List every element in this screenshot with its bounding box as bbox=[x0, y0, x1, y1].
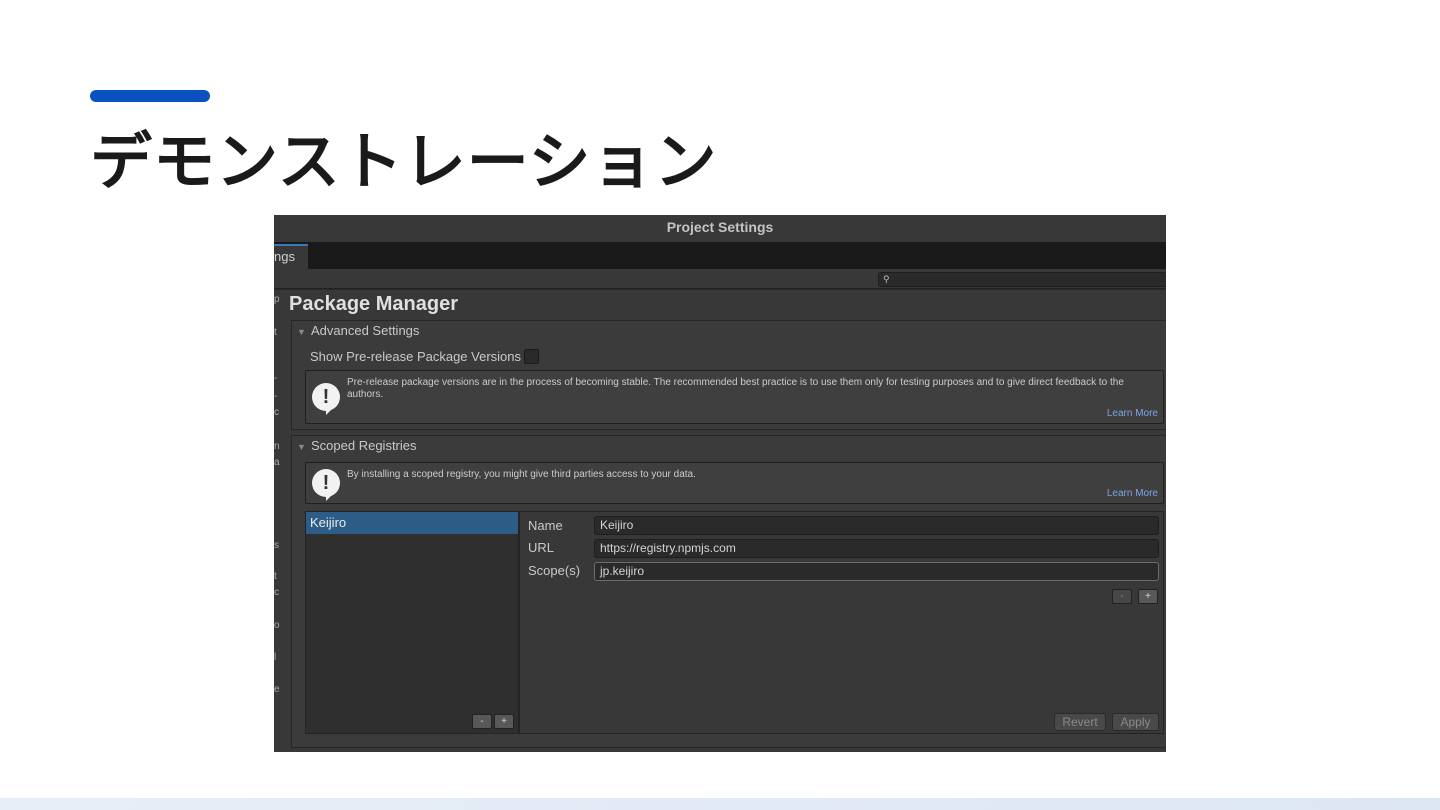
project-settings-window: Project Settings ngs ⚲ p t - - c n a s t… bbox=[274, 215, 1166, 752]
section-header: Scoped Registries bbox=[311, 438, 417, 453]
nav-item-fragment[interactable]: c bbox=[274, 587, 279, 598]
slide-accent-bar bbox=[90, 90, 210, 102]
scoped-registries-section: ▼ Scoped Registries ! By installing a sco… bbox=[291, 435, 1166, 748]
learn-more-link[interactable]: Learn More bbox=[1107, 488, 1158, 499]
search-input[interactable]: ⚲ bbox=[878, 272, 1166, 287]
nav-item-fragment[interactable]: e bbox=[274, 684, 280, 695]
nav-item-fragment[interactable]: o bbox=[274, 620, 280, 631]
url-field[interactable]: https://registry.npmjs.com bbox=[594, 539, 1159, 558]
url-label: URL bbox=[528, 540, 555, 555]
nav-item-fragment[interactable]: - bbox=[274, 391, 277, 402]
advanced-settings-foldout[interactable]: ▼ Advanced Settings bbox=[292, 321, 419, 341]
nav-item-fragment[interactable]: l bbox=[274, 652, 276, 663]
scoped-registries-foldout[interactable]: ▼ Scoped Registries bbox=[292, 436, 417, 456]
window-title: Project Settings bbox=[274, 215, 1166, 242]
nav-item-fragment[interactable]: n bbox=[274, 441, 280, 452]
nav-item-fragment[interactable]: s bbox=[274, 540, 279, 551]
scope-field[interactable]: jp.keijiro bbox=[594, 562, 1159, 581]
tab-project-settings[interactable]: ngs bbox=[274, 244, 308, 269]
search-icon: ⚲ bbox=[883, 274, 890, 284]
name-field[interactable]: Keijiro bbox=[594, 516, 1159, 535]
add-scope-button[interactable]: + bbox=[1138, 589, 1158, 604]
settings-nav: p t - - c n a s t c o l e bbox=[274, 290, 282, 752]
name-label: Name bbox=[528, 518, 563, 533]
warning-icon: ! bbox=[312, 469, 340, 501]
nav-item-fragment[interactable]: a bbox=[274, 457, 280, 468]
help-text: Pre-release package versions are in the … bbox=[347, 377, 1124, 400]
registry-list: Keijiro - + bbox=[305, 511, 519, 734]
page-title: Package Manager bbox=[289, 293, 458, 315]
nav-item-fragment[interactable]: p bbox=[274, 294, 280, 305]
registry-detail: Name Keijiro URL https://registry.npmjs.… bbox=[519, 511, 1164, 734]
nav-item-fragment[interactable]: c bbox=[274, 407, 279, 418]
nav-item-fragment[interactable]: - bbox=[274, 373, 277, 384]
add-registry-button[interactable]: + bbox=[494, 714, 514, 729]
foldout-arrow-icon: ▼ bbox=[297, 442, 306, 452]
tab-strip: ngs bbox=[274, 242, 1166, 269]
prerelease-checkbox[interactable] bbox=[524, 349, 539, 364]
registry-list-item[interactable]: Keijiro bbox=[306, 512, 518, 534]
slide-title: デモンストレーション bbox=[90, 125, 718, 198]
warning-icon: ! bbox=[312, 383, 340, 415]
remove-scope-button[interactable]: - bbox=[1112, 589, 1132, 604]
advanced-settings-section: ▼ Advanced Settings Show Pre-release Pack… bbox=[291, 320, 1166, 430]
package-manager-pane: Package Manager ▼ Advanced Settings Show … bbox=[282, 290, 1166, 752]
learn-more-link[interactable]: Learn More bbox=[1107, 408, 1158, 419]
foldout-arrow-icon: ▼ bbox=[297, 327, 306, 337]
scopes-label: Scope(s) bbox=[528, 563, 581, 578]
slide-footer-band bbox=[0, 798, 1440, 810]
search-row: ⚲ bbox=[274, 269, 1166, 289]
nav-item-fragment[interactable]: t bbox=[274, 571, 277, 582]
prerelease-help-box: ! Pre-release package versions are in th… bbox=[305, 370, 1164, 424]
section-header: Advanced Settings bbox=[311, 323, 420, 338]
scoped-help-box: ! By installing a scoped registry, you m… bbox=[305, 462, 1164, 504]
remove-registry-button[interactable]: - bbox=[472, 714, 492, 729]
help-text: By installing a scoped registry, you mig… bbox=[347, 469, 696, 480]
apply-button[interactable]: Apply bbox=[1112, 713, 1159, 731]
revert-button[interactable]: Revert bbox=[1054, 713, 1106, 731]
prerelease-label: Show Pre-release Package Versions bbox=[310, 349, 522, 364]
nav-item-fragment[interactable]: t bbox=[274, 327, 277, 338]
